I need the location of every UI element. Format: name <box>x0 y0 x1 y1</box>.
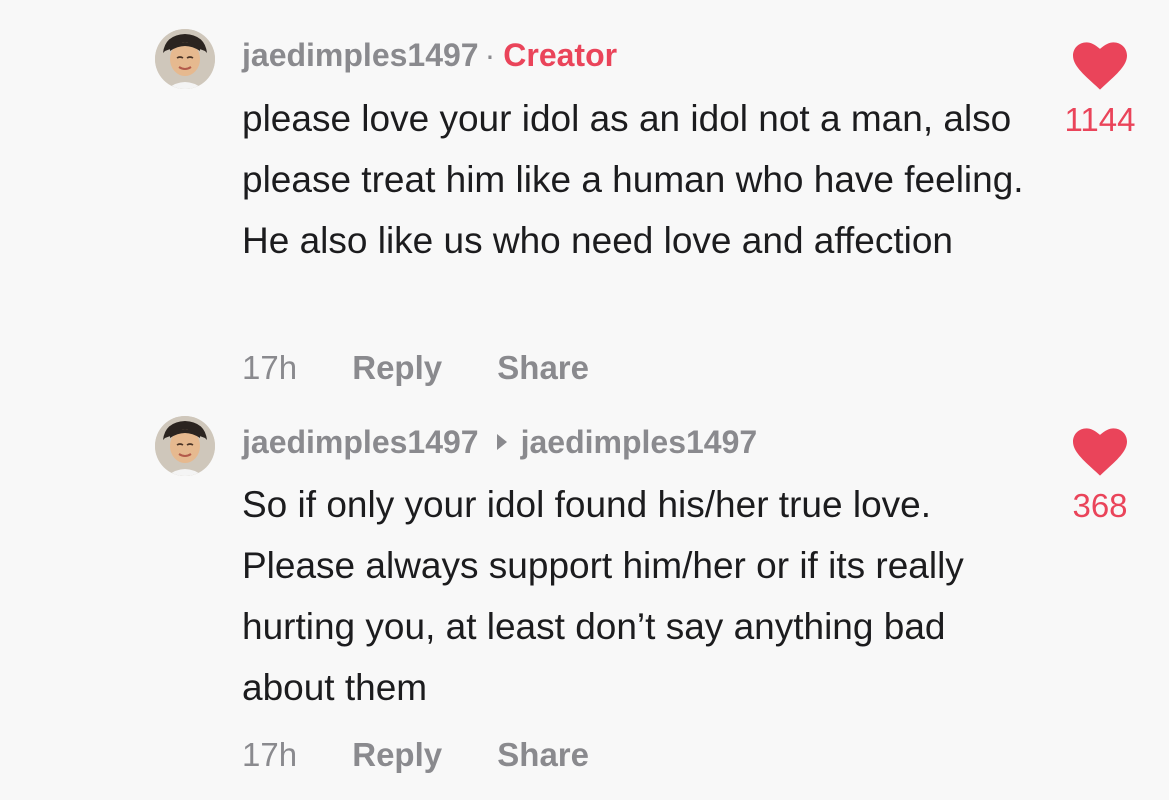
reply-button[interactable]: Reply <box>352 349 442 386</box>
like-count: 1144 <box>1064 101 1136 138</box>
timestamp: 17h <box>242 736 298 773</box>
avatar[interactable] <box>155 416 215 476</box>
reply-arrow-icon <box>496 434 507 450</box>
like-button[interactable]: 368 <box>1050 428 1150 526</box>
separator-dot: · <box>484 37 496 73</box>
like-button[interactable]: 1144 <box>1050 42 1150 140</box>
comment-actions: 17h Reply Share <box>242 348 589 388</box>
heart-icon <box>1073 428 1127 476</box>
username-link[interactable]: jaedimples1497 <box>242 424 479 460</box>
creator-badge: Creator <box>503 37 618 73</box>
avatar-image <box>155 416 215 476</box>
share-button[interactable]: Share <box>497 736 589 773</box>
avatar[interactable] <box>155 29 215 89</box>
timestamp: 17h <box>242 349 298 386</box>
comment-header: jaedimples1497 · Creator <box>242 35 617 75</box>
avatar-image <box>155 29 215 89</box>
like-count: 368 <box>1072 487 1128 524</box>
reply-to-username[interactable]: jaedimples1497 <box>521 424 758 460</box>
reply-button[interactable]: Reply <box>352 736 442 773</box>
comment-actions: 17h Reply Share <box>242 735 589 775</box>
comment-header: jaedimples1497 jaedimples1497 <box>242 422 757 462</box>
comment-text: So if only your idol found his/her true … <box>242 484 964 708</box>
comment-text: please love your idol as an idol not a m… <box>242 98 1024 261</box>
username-link[interactable]: jaedimples1497 <box>242 37 479 73</box>
share-button[interactable]: Share <box>497 349 589 386</box>
heart-icon <box>1073 42 1127 90</box>
